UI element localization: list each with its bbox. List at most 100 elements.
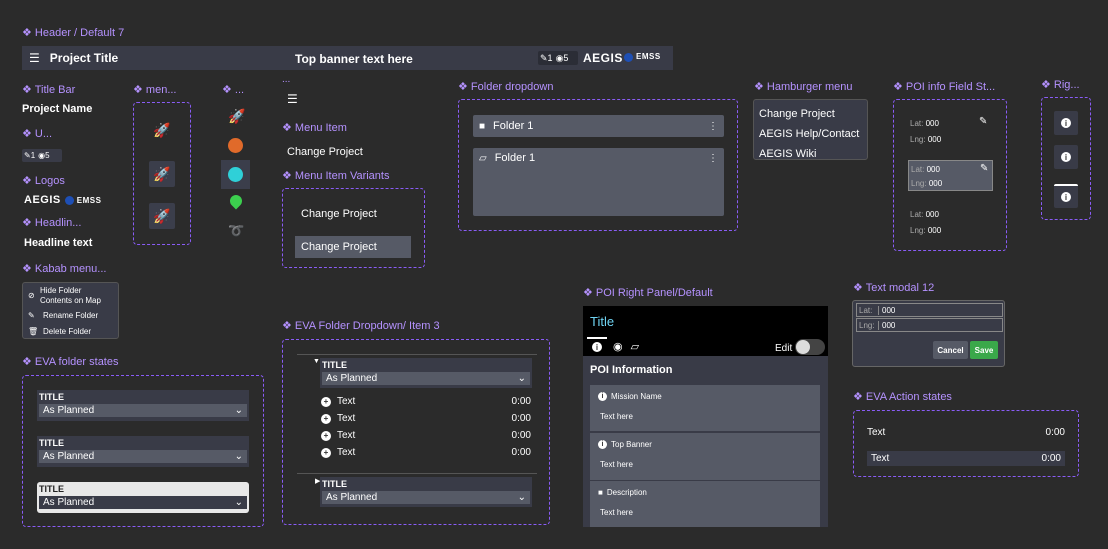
- pencil-icon[interactable]: ✎: [980, 162, 988, 176]
- info-button[interactable]: i: [1054, 111, 1078, 135]
- poi-coords-hover[interactable]: Lat: 000 Lng: 000 ✎: [908, 160, 993, 191]
- hamburger-icon[interactable]: ☰: [29, 51, 40, 65]
- info-icon: i: [1061, 192, 1071, 202]
- u-label: ❖ U...: [22, 128, 53, 140]
- eva-action-default[interactable]: Text 0:00: [867, 427, 1065, 438]
- tab-folder-icon[interactable]: ▱: [631, 340, 639, 353]
- folder-open-icon: ▱: [479, 152, 487, 164]
- status-select[interactable]: As Planned ⌄: [322, 491, 530, 504]
- top-banner-text: Top banner text here: [295, 52, 413, 66]
- status-select[interactable]: As Planned ⌄: [39, 404, 247, 417]
- right-icons-frame: i i i: [1041, 97, 1091, 220]
- ellipsis-label: ...: [282, 74, 291, 85]
- eva-folder-state-3[interactable]: TITLE As Planned ⌄: [37, 482, 249, 513]
- poi-info-heading: POI Information: [590, 364, 673, 376]
- tab-eye-icon[interactable]: ◉: [613, 340, 623, 353]
- list-item[interactable]: + Text 0:00: [321, 444, 531, 461]
- rocket-icon[interactable]: 🚀: [149, 203, 175, 229]
- title-bar-label: ❖ Title Bar: [22, 84, 76, 96]
- lat-field[interactable]: Lat: 000: [856, 303, 1003, 317]
- menu-item-wiki[interactable]: AEGIS Wiki: [759, 144, 862, 164]
- user-counts: ✎ 1 ◉ 5: [22, 149, 62, 162]
- kabab-item-delete[interactable]: 🗑 Delete Folder: [28, 327, 91, 336]
- tab-info[interactable]: i: [587, 336, 607, 356]
- info-icon: i: [1061, 152, 1071, 162]
- menu-item-help[interactable]: AEGIS Help/Contact: [759, 124, 862, 144]
- text-modal: Lat: 000 Lng: 000 Cancel Save: [852, 300, 1005, 367]
- poi-coords-default: Lat: 000 Lng: 000: [910, 119, 942, 144]
- icons-label: ❖ ...: [222, 84, 245, 96]
- poi-field-description[interactable]: ■ Description Text here: [590, 481, 820, 527]
- info-button-active[interactable]: i: [1054, 184, 1078, 208]
- menu-item-change-project[interactable]: Change Project: [759, 104, 862, 124]
- status-select[interactable]: As Planned ⌄: [39, 496, 247, 509]
- map-pin-icon: [227, 192, 245, 210]
- nasa-logo: [624, 53, 633, 62]
- lng-field[interactable]: Lng: 000: [856, 318, 1003, 332]
- kabab-item-rename[interactable]: ✎ Rename Folder: [28, 311, 98, 320]
- eva-item-list: + Text 0:00 + Text 0:00 + Text 0:00 + Text 0:00: [321, 393, 531, 461]
- folder-row-collapsed[interactable]: ■ Folder 1 ⋮: [473, 115, 724, 137]
- menu-item-change-project[interactable]: Change Project: [287, 146, 363, 158]
- folder-dropdown-label: ❖ Folder dropdown: [458, 81, 554, 93]
- poi-info-field-frame: Lat: 000 Lng: 000 ✎ Lat: 000 Lng: 000 ✎ …: [893, 99, 1007, 251]
- logos-row: AEGIS EMSS: [24, 194, 101, 206]
- list-item[interactable]: + Text 0:00: [321, 393, 531, 410]
- poi-right-panel-label: ❖ POI Right Panel/Default: [583, 287, 713, 299]
- eye-icon: ◉: [555, 52, 564, 63]
- hamburger-icon[interactable]: ☰: [287, 92, 298, 106]
- rocket-icon[interactable]: 🚀: [149, 161, 175, 187]
- folder-row-expanded[interactable]: ▱ Folder 1 ⋮: [473, 148, 724, 216]
- nasa-logo: [64, 195, 74, 205]
- edit-toggle[interactable]: [795, 339, 825, 355]
- kabab-item-hide[interactable]: ⊘ Hide Folder Contents on Map: [28, 286, 112, 306]
- menu-icons-frame: 🚀 🚀 🚀: [133, 102, 191, 245]
- poi-field-top-banner[interactable]: i Top Banner Text here: [590, 433, 820, 480]
- eva-action-hover[interactable]: Text 0:00: [867, 451, 1065, 466]
- circle-icon-box[interactable]: [221, 160, 250, 189]
- list-item[interactable]: + Text 0:00: [321, 410, 531, 427]
- project-title: Project Title: [49, 51, 119, 65]
- user-counts-badge: ✎ 1 ◉ 5: [538, 51, 578, 65]
- menu-item-hover[interactable]: Change Project: [295, 236, 411, 258]
- hamburger-menu-label: ❖ Hamburger menu: [754, 81, 853, 93]
- more-vertical-icon[interactable]: ⋮: [708, 153, 718, 164]
- pencil-icon[interactable]: ✎: [979, 116, 987, 127]
- list-item[interactable]: + Text 0:00: [321, 427, 531, 444]
- rocket-icon: 🚀: [228, 108, 246, 124]
- menu-item-default[interactable]: Change Project: [301, 208, 377, 220]
- poi-panel-tabs: i ◉ ▱: [587, 336, 639, 356]
- rocket-icon[interactable]: 🚀: [149, 117, 175, 143]
- status-select[interactable]: As Planned ⌄: [322, 372, 530, 385]
- chevron-down-icon: ⌄: [234, 451, 243, 462]
- eva-folder-group-2[interactable]: TITLE As Planned ⌄: [320, 477, 532, 507]
- trash-icon: 🗑: [28, 327, 39, 336]
- poi-info-field-label: ❖ POI info Field St...: [893, 81, 996, 93]
- cancel-button[interactable]: Cancel: [933, 341, 968, 359]
- chevron-down-icon: ⌄: [517, 373, 526, 384]
- globe-icon: [228, 138, 243, 153]
- plus-icon: +: [321, 396, 331, 407]
- info-button[interactable]: i: [1054, 145, 1078, 169]
- text-modal-label: ❖ Text modal 12: [853, 282, 935, 294]
- poi-coords-readonly: Lat: 000 Lng: 000: [910, 210, 942, 235]
- divider: [297, 354, 537, 355]
- eva-folder-dropdown-frame: ▼ TITLE As Planned ⌄ + Text 0:00 + Text 0:00 …: [282, 339, 550, 525]
- menu-item-variants-label: ❖ Menu Item Variants: [282, 170, 390, 182]
- eva-folder-group-1[interactable]: TITLE As Planned ⌄: [320, 358, 532, 388]
- more-vertical-icon[interactable]: ⋮: [708, 121, 718, 132]
- save-button[interactable]: Save: [970, 341, 998, 359]
- eva-folder-dropdown-label: ❖ EVA Folder Dropdown/ Item 3: [282, 320, 440, 332]
- eva-folder-states-frame: TITLE As Planned ⌄ TITLE As Planned ⌄ TITL…: [22, 375, 264, 527]
- kabab-label: ❖ Kabab menu...: [22, 263, 107, 275]
- folder-icon: ■: [598, 488, 603, 497]
- status-select[interactable]: As Planned ⌄: [39, 450, 247, 463]
- poi-field-mission-name[interactable]: i Mission Name Text here: [590, 385, 820, 432]
- plus-icon: +: [321, 430, 331, 441]
- menu-item-label: ❖ Menu Item: [282, 122, 347, 134]
- divider: [297, 473, 537, 474]
- eva-folder-state-1[interactable]: TITLE As Planned ⌄: [37, 390, 249, 421]
- eva-folder-state-2[interactable]: TITLE As Planned ⌄: [37, 436, 249, 467]
- folder-icon: ■: [479, 120, 486, 132]
- logos-label: ❖ Logos: [22, 175, 65, 187]
